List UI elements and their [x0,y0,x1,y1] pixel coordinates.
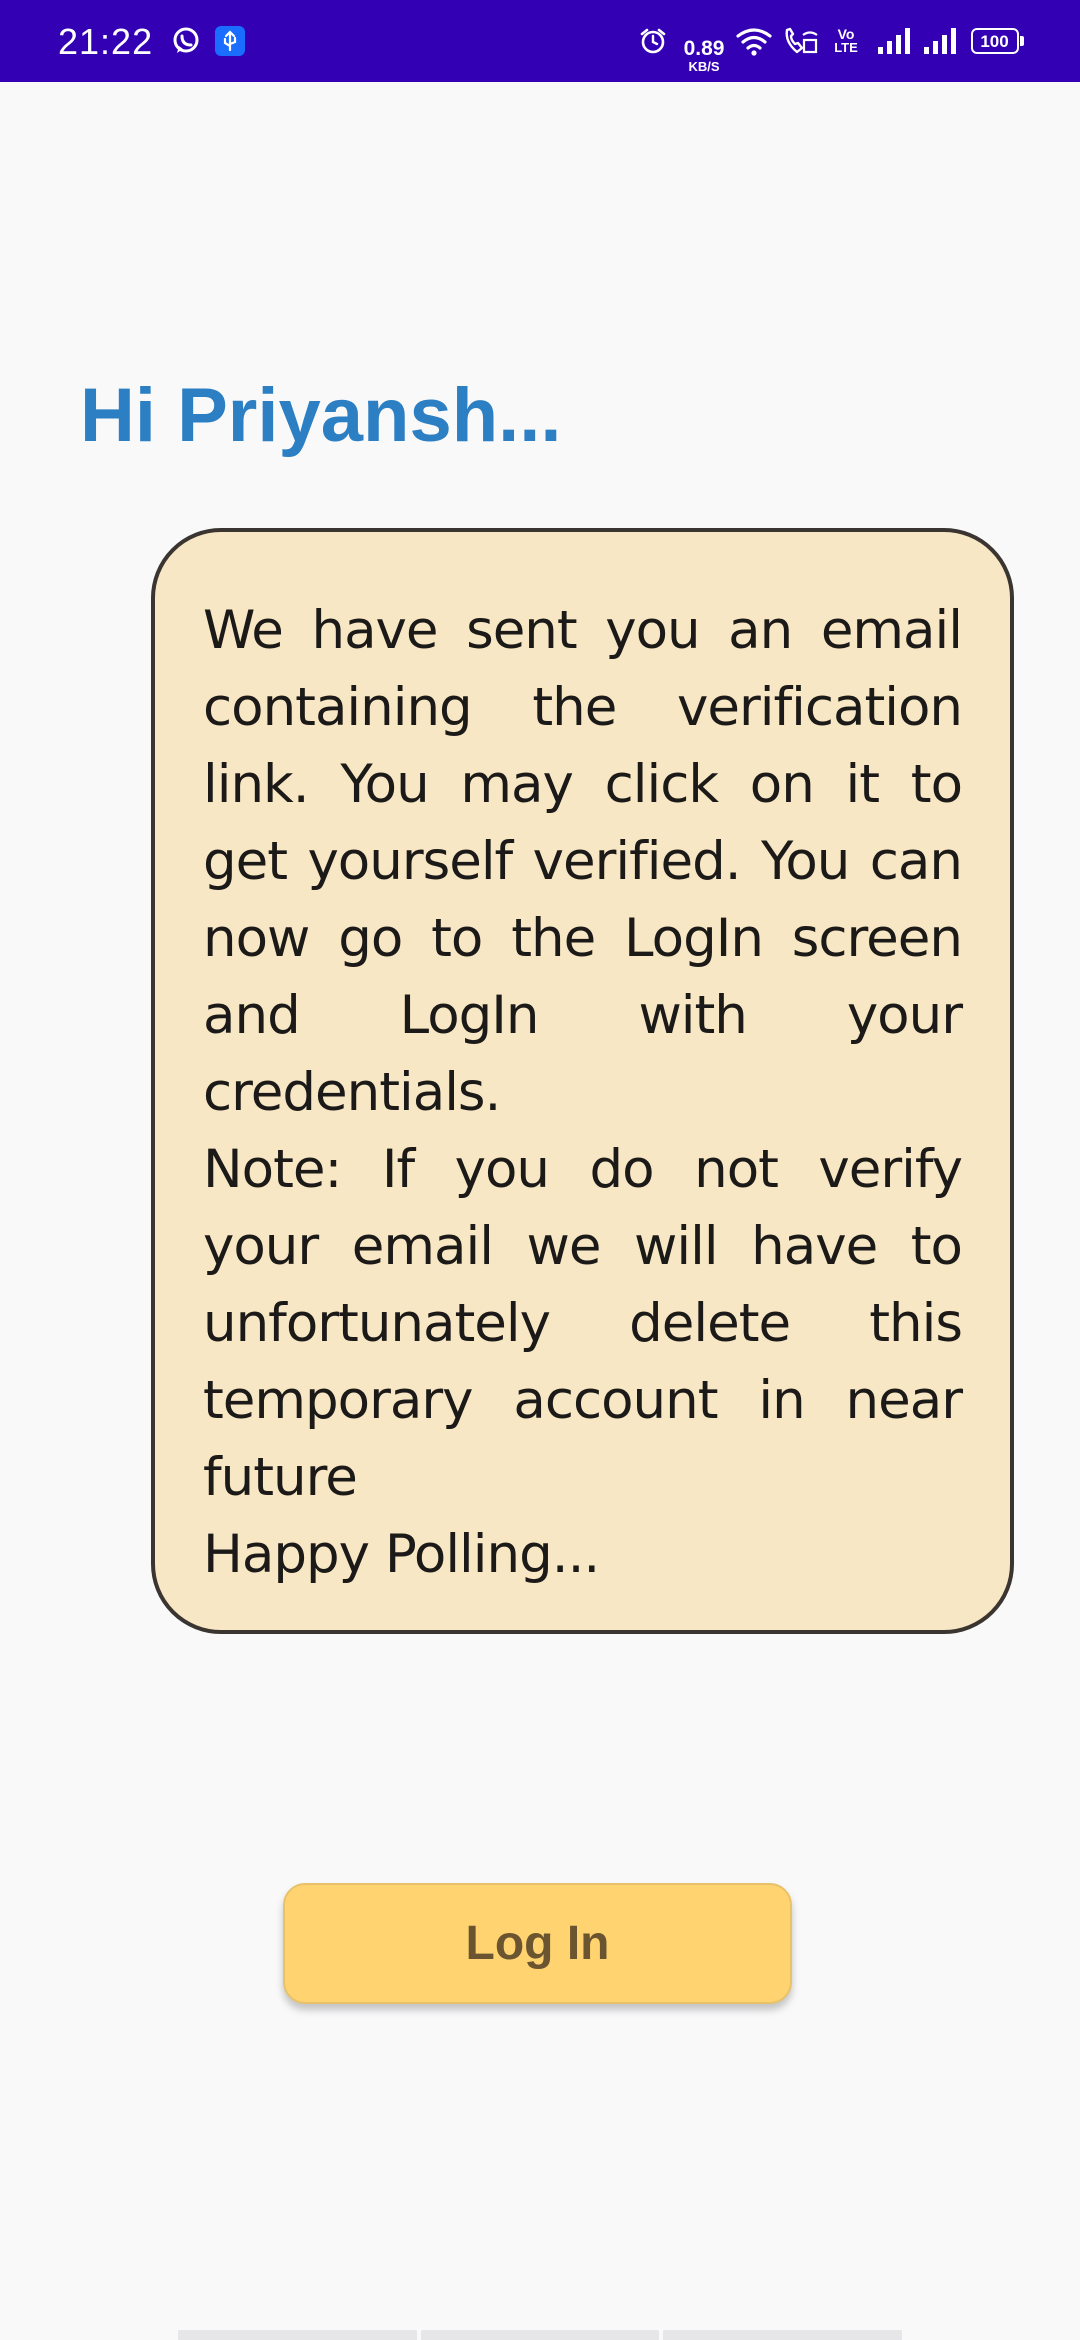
battery-tip [1019,36,1024,46]
battery-icon: 100 [970,0,1024,82]
verification-message-paragraph: We have sent you an email containing the… [203,600,963,1123]
network-speed: 0.89 KB/S [674,38,734,73]
wifi-icon [734,0,774,82]
network-speed-value: 0.89 [683,37,725,60]
volte-label-bottom: LTE [834,40,858,55]
bottom-bar-segment [420,2330,660,2340]
verification-message-card: We have sent you an email containing the… [151,528,1014,1634]
usb-icon [213,0,247,82]
network-speed-unit: KB/S [688,59,720,74]
bottom-bar-segment [663,2330,903,2340]
status-bar: 21:22 0.89 KB/S Vo LTE 100 [0,0,1080,82]
signal-icon [874,0,914,82]
greeting-title: Hi Priyansh... [80,373,562,458]
wifi-calling-icon [780,0,820,82]
bottom-navigation-bar [178,2330,903,2340]
status-time: 21:22 [58,21,154,62]
sign-off-text: Happy Polling... [203,1524,600,1585]
verification-note-paragraph: Note: If you do not verify your email we… [203,1139,963,1508]
signal-icon [920,0,960,82]
alarm-icon [636,0,670,82]
whatsapp-icon [168,0,204,82]
volte-icon: Vo LTE [828,0,864,82]
login-button[interactable]: Log In [283,1883,792,2004]
battery-level: 100 [970,28,1019,54]
bottom-bar-segment [178,2330,417,2340]
